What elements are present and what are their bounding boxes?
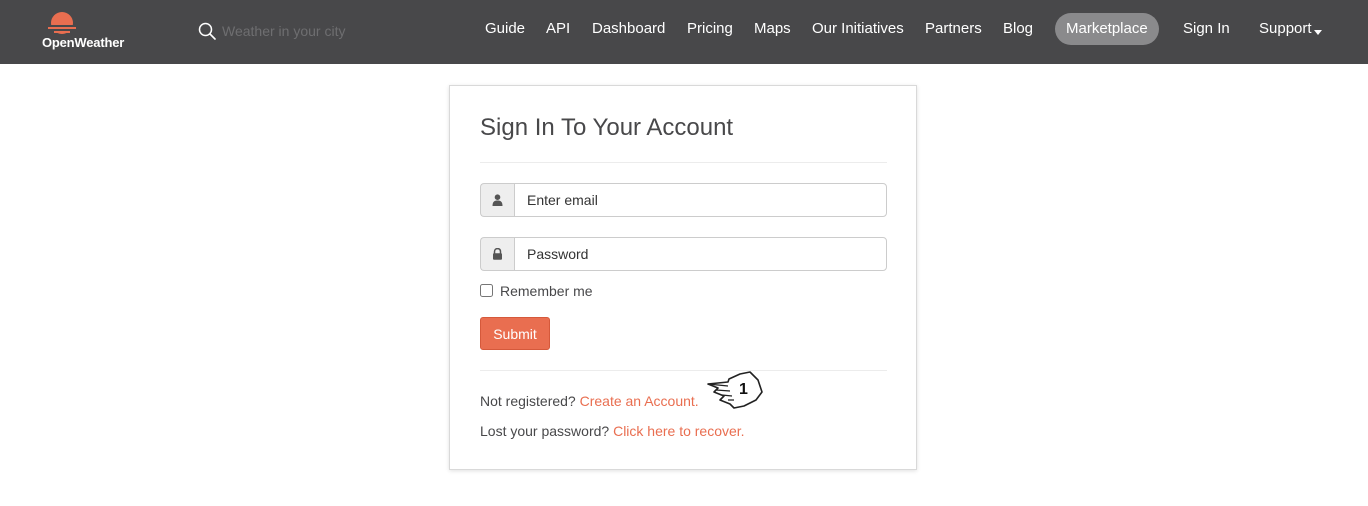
user-icon bbox=[492, 194, 503, 206]
email-field[interactable] bbox=[514, 183, 887, 217]
lock-icon bbox=[493, 248, 502, 260]
create-account-link[interactable]: Create an Account. bbox=[580, 393, 699, 409]
password-input-group bbox=[480, 237, 887, 271]
search-bar bbox=[198, 20, 438, 42]
sign-in-panel: Sign In To Your Account Remember me Subm… bbox=[449, 85, 917, 470]
page-title: Sign In To Your Account bbox=[480, 114, 734, 141]
recover-password-link[interactable]: Click here to recover. bbox=[613, 423, 745, 439]
divider bbox=[480, 370, 887, 371]
nav-blog[interactable]: Blog bbox=[1003, 13, 1033, 45]
remember-me-label: Remember me bbox=[500, 283, 593, 299]
nav-partners[interactable]: Partners bbox=[925, 13, 982, 45]
nav-pricing[interactable]: Pricing bbox=[687, 13, 733, 45]
lost-password-text: Lost your password? bbox=[480, 423, 610, 439]
email-input-group bbox=[480, 183, 887, 217]
not-registered-text: Not registered? bbox=[480, 393, 576, 409]
password-addon bbox=[480, 237, 514, 271]
nav-support-label: Support bbox=[1259, 20, 1312, 37]
caret-down-icon bbox=[1313, 30, 1322, 35]
search-icon[interactable] bbox=[198, 22, 216, 40]
nav-dashboard[interactable]: Dashboard bbox=[592, 13, 665, 45]
top-navbar: OpenWeather Guide API Dashboard Pricing … bbox=[0, 0, 1368, 64]
openweather-logo-icon bbox=[48, 12, 76, 34]
recover-line: Lost your password? Click here to recove… bbox=[480, 423, 745, 439]
register-line: Not registered? Create an Account. bbox=[480, 393, 699, 409]
nav-marketplace[interactable]: Marketplace bbox=[1055, 13, 1159, 45]
nav-maps[interactable]: Maps bbox=[754, 13, 791, 45]
nav-guide[interactable]: Guide bbox=[485, 13, 525, 45]
search-input[interactable] bbox=[222, 20, 432, 42]
password-field[interactable] bbox=[514, 237, 887, 271]
openweather-logo[interactable]: OpenWeather bbox=[42, 10, 142, 54]
nav-support[interactable]: Support bbox=[1259, 13, 1322, 45]
remember-me-checkbox[interactable] bbox=[480, 284, 493, 297]
email-addon bbox=[480, 183, 514, 217]
divider bbox=[480, 162, 887, 163]
logo-text: OpenWeather bbox=[42, 35, 125, 50]
nav-our-initiatives[interactable]: Our Initiatives bbox=[812, 13, 904, 45]
nav-api[interactable]: API bbox=[546, 13, 570, 45]
submit-button[interactable]: Submit bbox=[480, 317, 550, 350]
nav-sign-in[interactable]: Sign In bbox=[1183, 13, 1230, 45]
cursor-label: 1 bbox=[739, 381, 748, 398]
pointing-hand-cursor-icon: 1 bbox=[707, 371, 763, 409]
